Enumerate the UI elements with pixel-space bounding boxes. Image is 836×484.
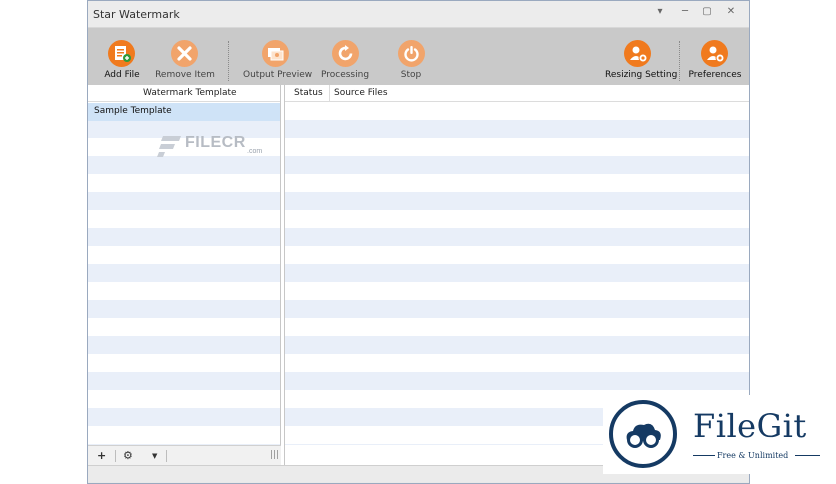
filegit-subtitle: Free & Unlimited (717, 451, 789, 460)
remove-item-label: Remove Item (155, 70, 215, 80)
filegit-logo: FileGit Free & Unlimited (603, 395, 836, 474)
chevron-down-icon[interactable]: ▼ (152, 452, 157, 460)
dropdown-menu-icon[interactable]: ▾ (650, 4, 670, 22)
column-header-status[interactable]: Status (294, 88, 323, 98)
output-preview-label: Output Preview (243, 70, 313, 80)
minimize-icon[interactable]: ─ (675, 4, 695, 22)
filecr-brand: FILECR (185, 134, 246, 151)
preferences-button[interactable]: Preferences (686, 28, 744, 85)
add-template-icon[interactable]: + (97, 449, 106, 462)
template-actions-bar: + ⚙ ▼ ||| (88, 445, 281, 465)
template-name: Sample Template (94, 106, 172, 116)
maximize-icon[interactable]: ▢ (697, 4, 717, 22)
splitter-grip-icon[interactable]: ||| (270, 450, 279, 460)
filecr-suffix: .com (247, 148, 263, 155)
stop-label: Stop (400, 70, 422, 80)
resizing-setting-button[interactable]: Resizing Setting (605, 28, 678, 85)
toolbar-separator (228, 41, 229, 81)
filegit-emblem-icon (609, 400, 677, 468)
filecr-logo-icon (157, 136, 181, 157)
list-item[interactable]: Sample Template (88, 103, 280, 121)
column-header-watermark-template[interactable]: Watermark Template (143, 88, 237, 98)
output-preview-icon (262, 40, 289, 67)
column-header-source-files[interactable]: Source Files (334, 88, 388, 98)
processing-button[interactable]: Processing (320, 28, 370, 85)
power-icon (398, 40, 425, 67)
add-file-icon (108, 40, 135, 67)
preferences-label: Preferences (688, 70, 742, 80)
gear-icon[interactable]: ⚙ (123, 449, 133, 462)
filecr-watermark: FILECR .com (157, 131, 267, 161)
output-preview-button[interactable]: Output Preview (243, 28, 313, 85)
processing-icon (332, 40, 359, 67)
filegit-rule (693, 455, 715, 456)
title-bar: Star Watermark ▾ ─ ▢ ✕ (88, 1, 749, 28)
remove-item-button[interactable]: Remove Item (154, 28, 216, 85)
resizing-settings-icon (624, 40, 651, 67)
resizing-setting-label: Resizing Setting (605, 70, 678, 80)
window-title: Star Watermark (93, 8, 180, 21)
filegit-title: FileGit (693, 407, 807, 445)
toolbar-separator (679, 41, 680, 81)
processing-label: Processing (320, 70, 370, 80)
toolbar: Add File Remove Item Output Preview Proc… (88, 28, 749, 85)
add-file-label: Add File (104, 70, 140, 80)
source-files-header: Status Source Files (285, 85, 749, 102)
close-icon[interactable]: ✕ (721, 4, 741, 22)
filegit-rule (795, 455, 820, 456)
preferences-icon (701, 40, 728, 67)
add-file-button[interactable]: Add File (100, 28, 144, 85)
template-list-header: Watermark Template (88, 85, 280, 102)
divider (166, 450, 167, 462)
source-files-list[interactable] (285, 102, 749, 445)
remove-icon (171, 40, 198, 67)
stop-button[interactable]: Stop (393, 28, 429, 85)
divider (115, 450, 116, 462)
column-divider (329, 85, 330, 102)
